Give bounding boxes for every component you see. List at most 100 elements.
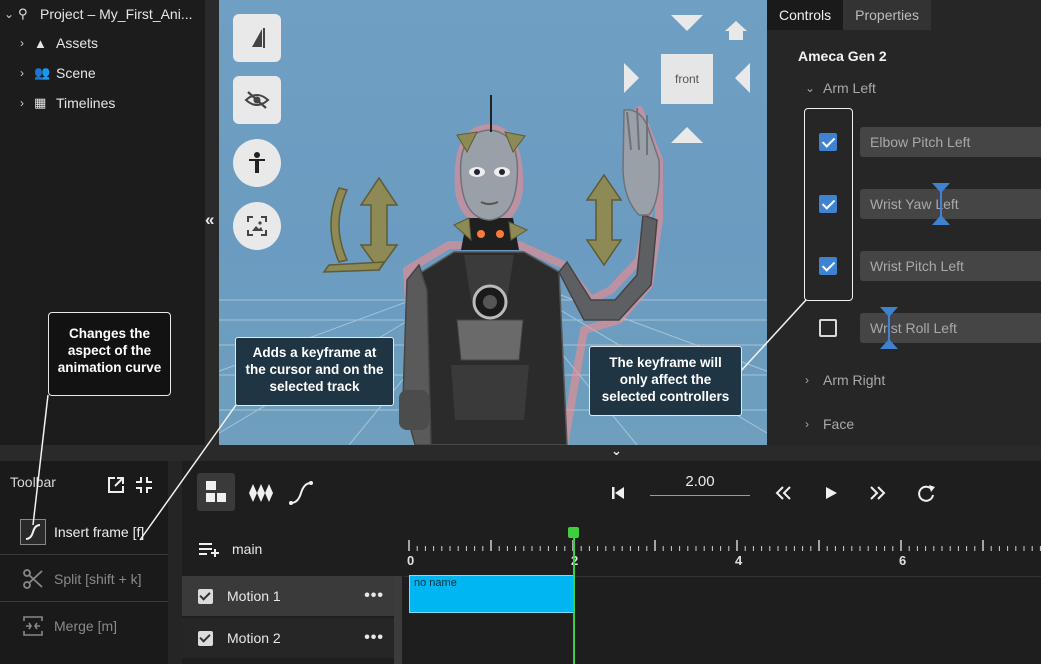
scissors-icon [20,566,46,592]
timeline-gap [168,461,182,664]
time-input[interactable]: 2.00 [650,473,750,496]
collapse-down-icon[interactable]: ⌄ [611,443,622,459]
add-track-icon[interactable] [198,540,220,558]
view-left-arrow[interactable] [624,63,639,93]
film-icon: ▦ [34,95,47,110]
track-motion-1[interactable]: Motion 1 ••• [182,576,394,616]
time-ruler[interactable] [404,536,1041,576]
popout-icon[interactable] [106,475,126,495]
image-frame-icon [247,216,267,236]
curve-insert-icon [20,518,46,545]
chevron-down-icon: ⌄ [805,81,816,95]
controller-row-wrist-roll: Wrist Roll Left [767,307,1041,349]
panel-toggle-icon [252,28,265,48]
playhead-handle[interactable] [568,527,579,538]
group-label: Arm Left [823,80,876,96]
clip-label: no name [414,577,457,589]
tick-label: 6 [899,553,907,568]
more-options-icon[interactable]: ••• [364,587,384,605]
track-motion-2[interactable]: Motion 2 ••• [182,618,394,658]
tree-item-assets[interactable]: › ▲ Assets [20,35,98,51]
keyframes-mode-icon[interactable] [248,481,274,505]
controls-panel: Controls Properties Ameca Gen 2 ⌄ Arm Le… [767,0,1041,445]
tool-label: Split [shift + k] [54,570,142,587]
tree-item-label: Timelines [56,95,116,111]
panel-divider[interactable]: ⌄ [0,443,1041,461]
tool-label: Insert frame [f] [54,523,145,540]
group-arm-left[interactable]: ⌄ Arm Left [805,80,876,96]
minimize-icon[interactable] [134,475,154,495]
controller-slider[interactable]: Wrist Yaw Left [860,189,1041,219]
person-icon [249,152,265,173]
pose-mode-button[interactable] [233,139,281,187]
people-icon: 👥 [34,65,51,80]
tool-label: Merge [m] [54,618,118,634]
toolbar-panel: Toolbar Insert frame [f] Split [shift + … [0,461,168,664]
skip-start-icon[interactable] [610,485,626,501]
layout-icon [206,481,226,502]
loop-icon[interactable] [916,482,936,504]
controller-slider[interactable]: Wrist Pitch Left [860,251,1041,281]
controller-slider[interactable]: Elbow Pitch Left [860,127,1041,157]
controller-checkbox[interactable] [819,195,837,213]
tree-item-timelines[interactable]: › ▦ Timelines [20,95,115,111]
tab-controls[interactable]: Controls [767,0,844,30]
merge-tool[interactable]: Merge [m] [0,603,168,649]
track-scrollbar[interactable] [394,576,402,664]
layout-mode-button[interactable] [197,473,235,511]
collapse-left-icon[interactable]: « [205,210,214,230]
split-tool[interactable]: Split [shift + k] [0,556,168,602]
view-up-arrow[interactable] [671,15,703,31]
track-checkbox[interactable] [198,588,213,604]
controller-checkbox[interactable] [819,257,837,275]
controller-row-wrist-pitch: Wrist Pitch Left [767,251,1041,281]
group-name: main [232,541,263,557]
controller-row-wrist-yaw: Wrist Yaw Left [767,183,1041,225]
group-row[interactable]: main [198,540,262,558]
tree-item-label: Assets [56,35,99,51]
controller-label: Elbow Pitch Left [870,134,971,150]
curve-mode-icon[interactable] [288,480,314,506]
tick-label: 4 [735,553,743,568]
eye-off-icon [244,91,270,109]
merge-icon [20,613,46,639]
screenshot-button[interactable] [233,202,281,250]
tree-item-label: Scene [56,65,96,81]
tooltip-selected-controllers: The keyframe will only affect the select… [589,346,742,416]
view-cube-front[interactable]: front [661,54,713,104]
fast-forward-icon[interactable] [869,485,887,501]
controller-label: Wrist Pitch Left [870,258,964,274]
group-face[interactable]: › Face [805,416,854,432]
chevron-right-icon: › [20,36,24,50]
track-name: Motion 2 [227,630,281,646]
toggle-sidebar-button[interactable] [233,14,281,62]
insert-frame-tool[interactable]: Insert frame [f] [0,509,168,555]
slider-handle[interactable] [880,305,898,351]
home-view-icon[interactable] [724,20,748,42]
tooltip-animation-curve: Changes the aspect of the animation curv… [48,312,171,396]
view-right-arrow[interactable] [735,63,750,93]
controller-checkbox[interactable] [819,319,837,337]
toggle-visibility-button[interactable] [233,76,281,124]
project-root[interactable]: ⌄ ⚲ Project – My_First_Ani... [4,6,193,22]
rewind-icon[interactable] [774,485,792,501]
tab-properties[interactable]: Properties [843,0,931,30]
chevron-right-icon: › [805,417,809,431]
controller-checkbox[interactable] [819,133,837,151]
play-icon[interactable] [824,485,838,501]
timeline-panel: 2.00 main 0 2 4 6 Motion 1 ••• Motion 2 … [182,461,1041,664]
track-checkbox[interactable] [198,630,213,646]
model-title: Ameca Gen 2 [798,48,887,64]
motion-clip[interactable]: no name [409,575,575,613]
more-options-icon[interactable]: ••• [364,629,384,647]
chevron-down-icon[interactable]: ⌄ [4,7,18,21]
tree-item-scene[interactable]: › 👥 Scene [20,65,96,81]
view-down-arrow[interactable] [671,127,703,143]
slider-handle[interactable] [932,181,950,227]
chevron-right-icon: › [20,96,24,110]
tree-collapse-strip: « [205,0,219,445]
track-name: Motion 1 [227,588,281,604]
group-arm-right[interactable]: › Arm Right [805,372,885,388]
controller-row-elbow-pitch: Elbow Pitch Left [767,127,1041,157]
tooltip-insert-keyframe: Adds a keyframe at the cursor and on the… [235,337,394,406]
